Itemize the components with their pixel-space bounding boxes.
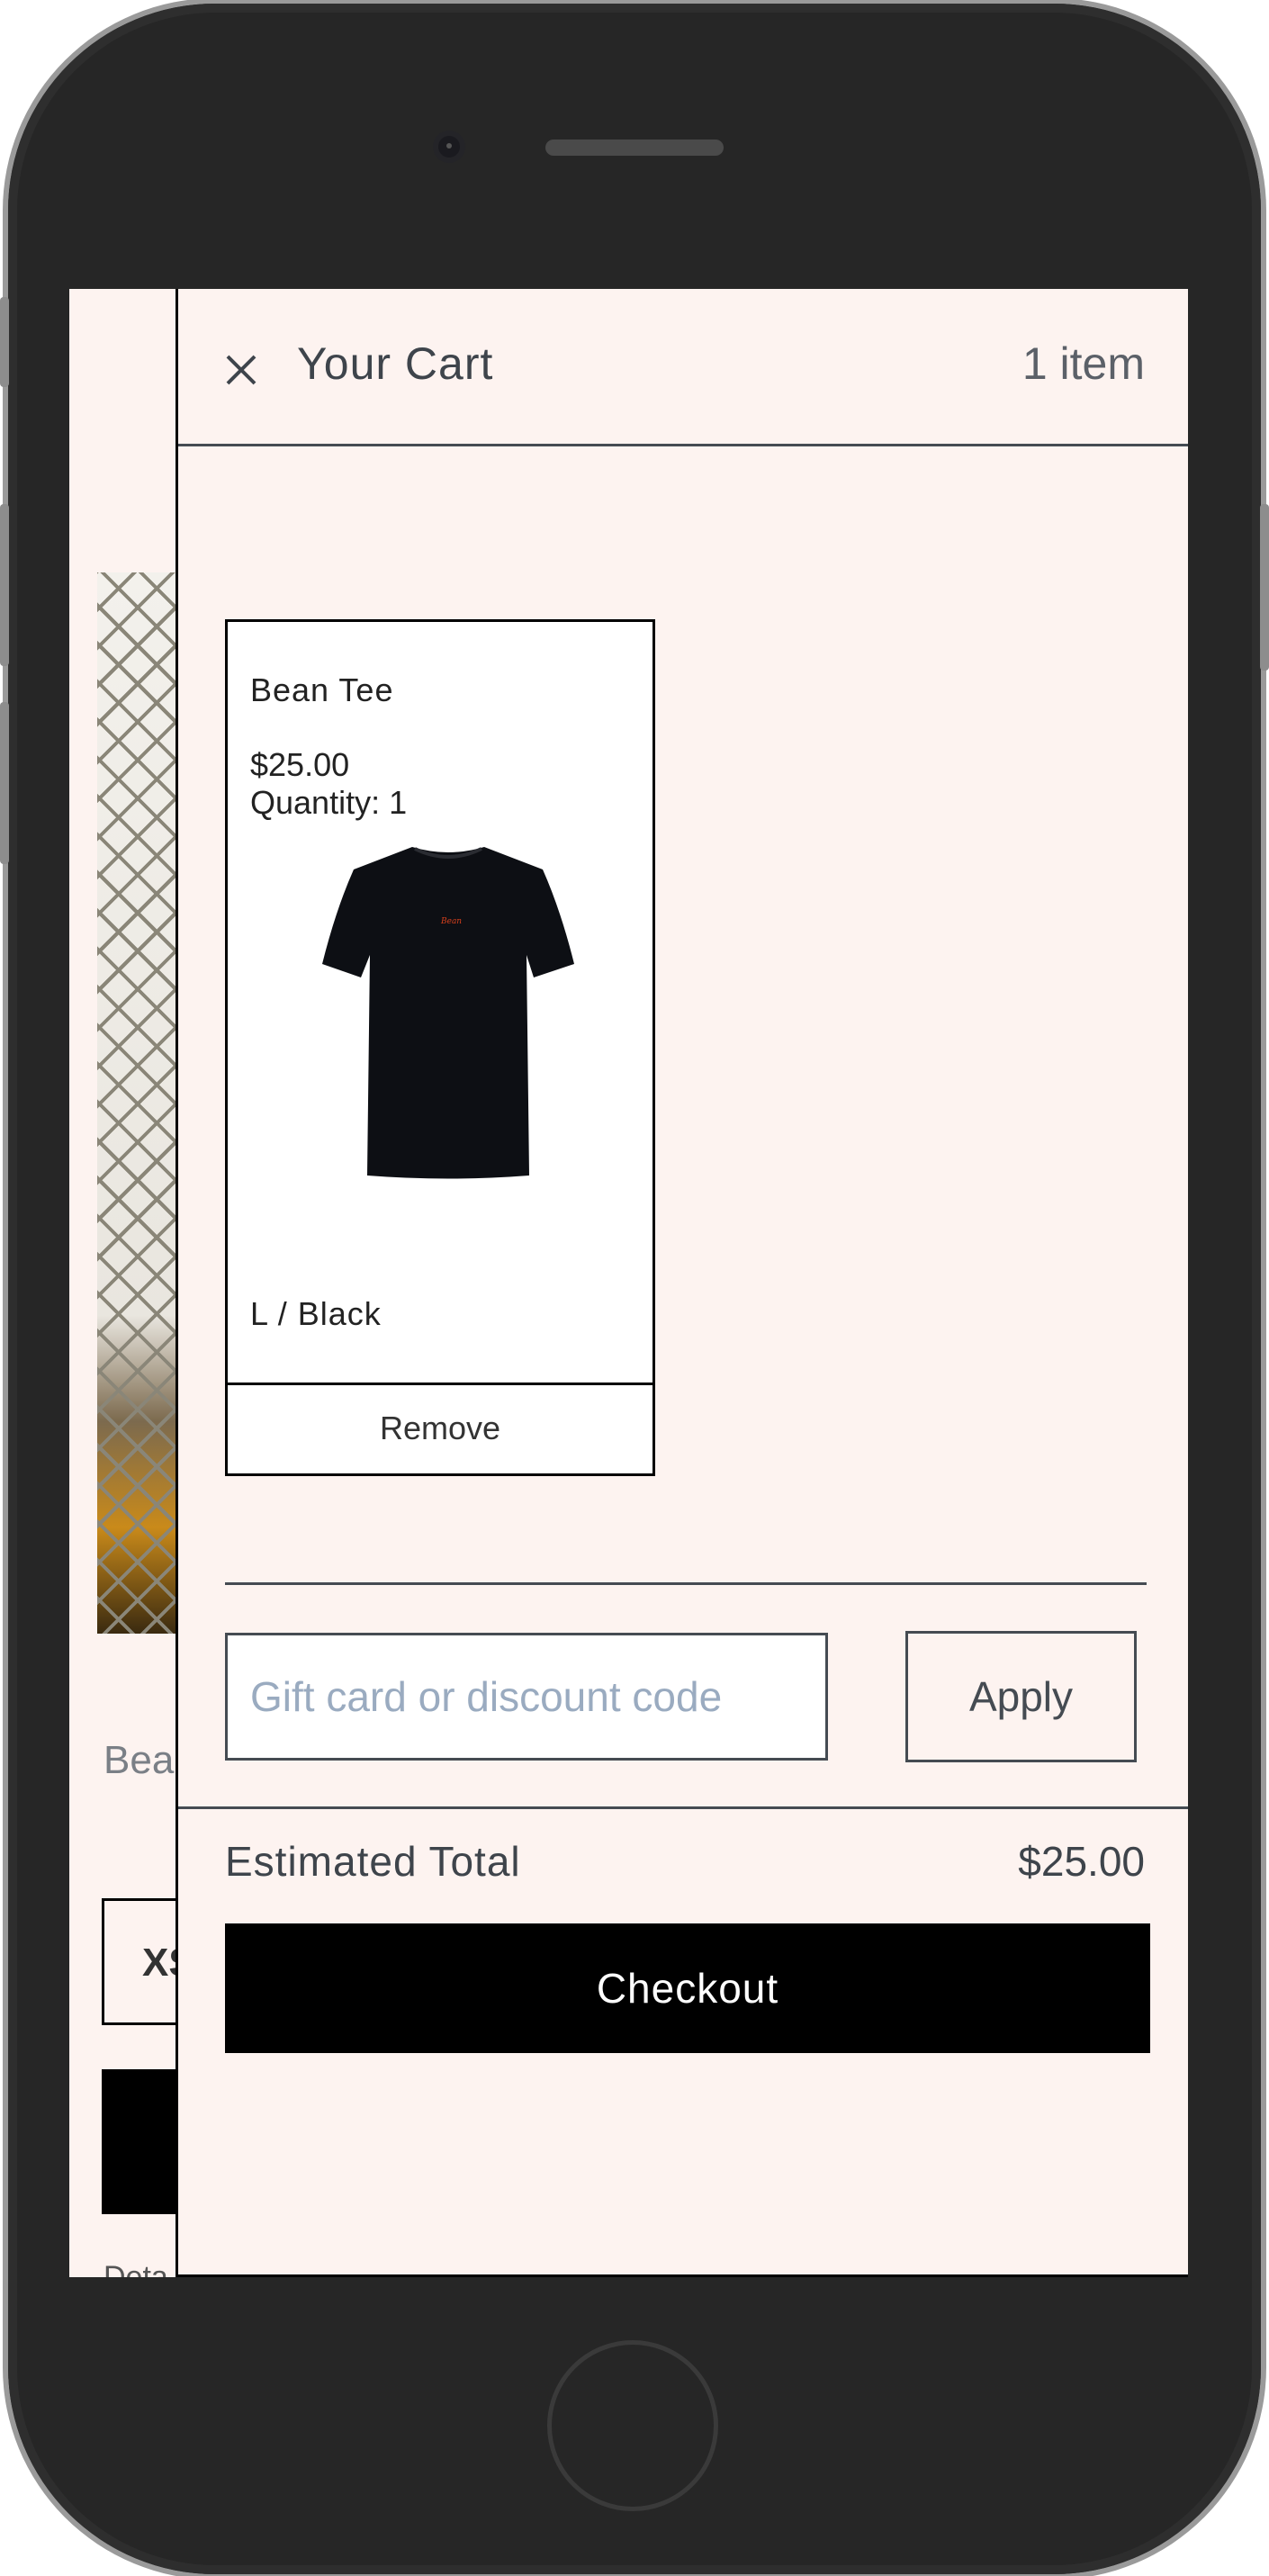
- home-button[interactable]: [547, 2340, 718, 2511]
- background-product-title: Bea: [104, 1738, 175, 1782]
- close-icon[interactable]: [223, 352, 259, 388]
- cart-header: Your Cart 1 item: [178, 289, 1188, 446]
- item-quantity: Quantity: 1: [250, 784, 408, 821]
- estimated-total-value: $25.00: [1018, 1838, 1145, 1885]
- screen: Bea XS Deta Your Cart 1 item Bean Tee $2…: [69, 289, 1188, 2277]
- apply-discount-button[interactable]: Apply: [905, 1631, 1137, 1762]
- item-variant: L / Black: [250, 1295, 382, 1332]
- background-details-label: Deta: [104, 2260, 168, 2277]
- cart-item: Bean Tee $25.00 Quantity: 1 Bean L / Bla…: [225, 619, 655, 1476]
- estimated-total-label: Estimated Total: [225, 1838, 521, 1885]
- volume-down-button: [0, 702, 9, 864]
- cart-title: Your Cart: [297, 338, 494, 389]
- cart-item-count: 1 item: [1022, 338, 1145, 389]
- remove-item-button[interactable]: Remove: [228, 1383, 652, 1473]
- svg-text:Bean: Bean: [440, 917, 462, 926]
- divider: [225, 1582, 1147, 1585]
- power-button: [1260, 504, 1269, 671]
- item-name: Bean Tee: [250, 671, 394, 708]
- volume-up-button: [0, 504, 9, 666]
- cart-drawer: Your Cart 1 item Bean Tee $25.00 Quantit…: [176, 289, 1188, 2277]
- silent-switch: [0, 297, 9, 387]
- checkout-button[interactable]: Checkout: [225, 1923, 1150, 2053]
- background-product-image: [97, 572, 178, 1634]
- discount-code-input[interactable]: [225, 1633, 828, 1761]
- item-price: $25.00: [250, 746, 350, 783]
- earpiece-speaker: [545, 140, 724, 156]
- item-image-t-shirt: Bean: [322, 847, 574, 1179]
- front-camera: [438, 136, 460, 158]
- footer-divider: [178, 1806, 1188, 1809]
